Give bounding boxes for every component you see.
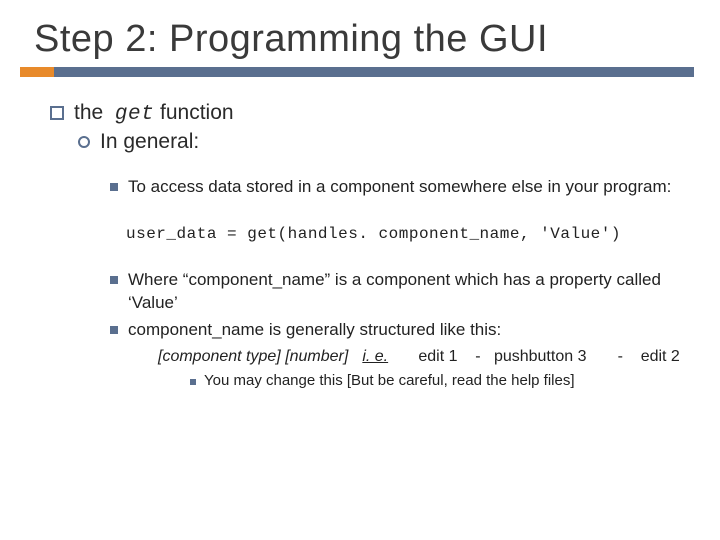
ie-label: i. e.	[362, 348, 388, 366]
bullet-l3-access: To access data stored in a component som…	[110, 176, 690, 199]
bullet-l5: You may change this [But be careful, rea…	[190, 372, 690, 389]
l3c-text: component_name is generally structured l…	[128, 319, 501, 342]
format-pattern: [component type] [number]	[158, 348, 348, 366]
horizontal-rule	[54, 67, 694, 77]
slide-title: Step 2: Programming the GUI	[0, 0, 720, 67]
square-bullet-icon	[110, 326, 118, 334]
square-bullet-icon	[110, 183, 118, 191]
l1-pre: the	[74, 101, 109, 124]
l1-post: function	[154, 101, 233, 124]
format-line: [component type] [number] i. e. edit 1 -…	[158, 348, 690, 366]
format-examples: edit 1 - pushbutton 3 - edit 2	[396, 348, 680, 366]
bullet-l3-structure: component_name is generally structured l…	[110, 319, 690, 342]
accent-block	[20, 67, 54, 77]
bullet-l1: the get function	[50, 101, 690, 126]
l1-fn: get	[115, 103, 154, 126]
square-bullet-icon	[110, 276, 118, 284]
bullet-l2: In general:	[78, 130, 690, 154]
title-rule	[0, 67, 720, 85]
l1-text: the get function	[74, 101, 234, 126]
bullet-l3-where: Where “component_name” is a component wh…	[110, 269, 690, 315]
ring-bullet-icon	[78, 136, 90, 148]
slide: Step 2: Programming the GUI the get func…	[0, 0, 720, 540]
l2-text: In general:	[100, 130, 199, 154]
tiny-square-bullet-icon	[190, 379, 196, 385]
content-area: the get function In general: To access d…	[0, 85, 720, 389]
code-line: user_data = get(handles. component_name,…	[126, 225, 690, 243]
l5-text: You may change this [But be careful, rea…	[204, 372, 575, 389]
l3b-text: Where “component_name” is a component wh…	[128, 269, 690, 315]
l3a-text: To access data stored in a component som…	[128, 176, 671, 199]
open-square-bullet-icon	[50, 106, 64, 120]
